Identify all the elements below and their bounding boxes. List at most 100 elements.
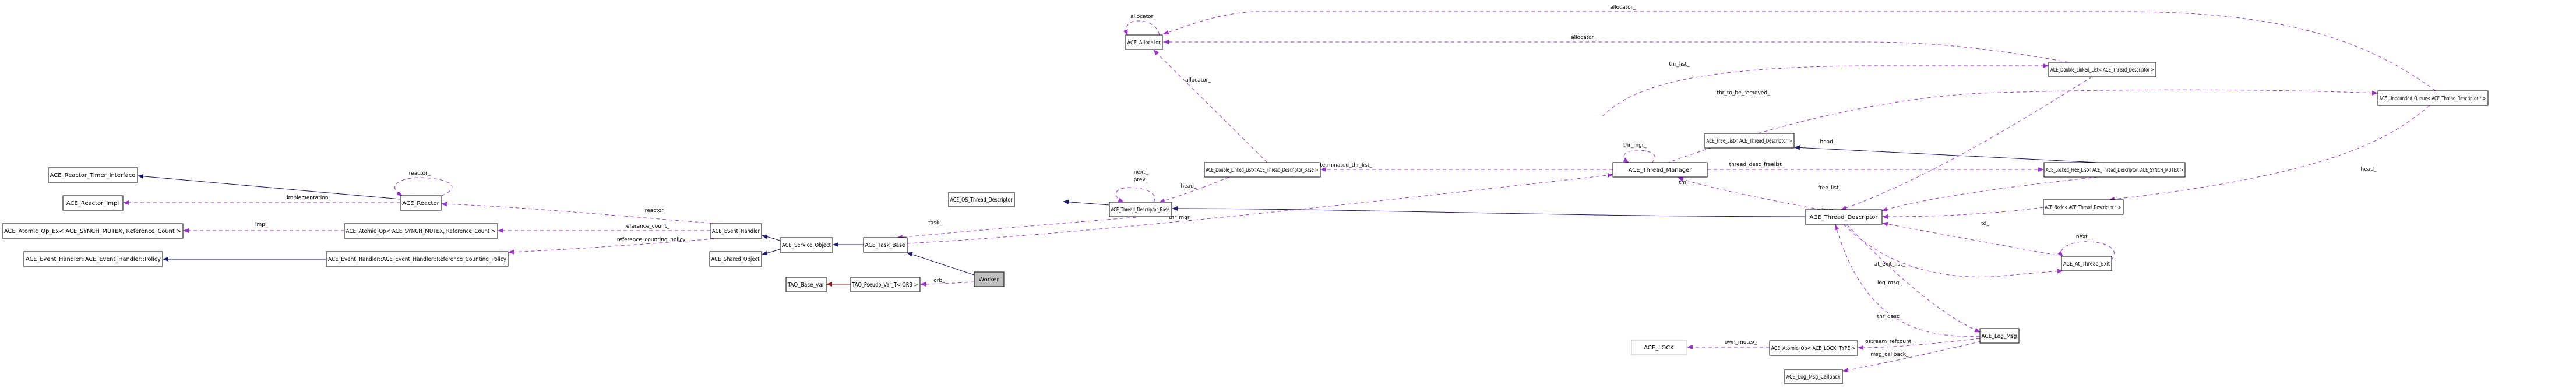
edge-label: prev_: [1134, 177, 1148, 183]
edge-eh-reactor: [441, 202, 711, 224]
node-label: ACE_Task_Base: [865, 242, 905, 249]
node-ace-node[interactable]: ACE_Node< ACE_Thread_Descriptor * >: [2043, 199, 2124, 215]
edge-label: msg_callback_: [1870, 352, 1909, 358]
edge-unbounded-queue-allocator: [1163, 11, 2436, 91]
node-event-handler[interactable]: ACE_Event_Handler: [710, 223, 762, 239]
edge-label: allocator_: [1130, 14, 1156, 20]
edge-label: thr_to_be_removed_: [1717, 90, 1770, 96]
node-unbounded-queue[interactable]: ACE_Unbounded_Queue< ACE_Thread_Descript…: [2377, 90, 2489, 106]
edge-label: task_: [928, 220, 942, 226]
edge-at-exit-td: [1882, 221, 2063, 257]
node-event-handler-policy[interactable]: ACE_Event_Handler::ACE_Event_Handler::Po…: [23, 251, 163, 267]
edge-locked-free-list-to-free-list: [1794, 145, 2098, 163]
node-free-list[interactable]: ACE_Free_List< ACE_Thread_Descriptor >: [1704, 133, 1795, 149]
node-label: ACE_Atomic_Op< ACE_SYNCH_MUTEX, Referenc…: [346, 228, 496, 235]
node-at-thread-exit[interactable]: ACE_At_Thread_Exit: [2061, 256, 2112, 271]
node-label: ACE_Log_Msg_Callback: [1786, 374, 1841, 380]
edge-label: allocator_: [1571, 35, 1597, 41]
node-service-object[interactable]: ACE_Service_Object: [780, 237, 833, 253]
edge-label: own_mutex_: [1725, 340, 1758, 345]
edge-td-base-next-prev: [1115, 187, 1155, 203]
edge-thread-manager-thr-list: [1602, 63, 2049, 117]
node-dll-td[interactable]: ACE_Double_Linked_List< ACE_Thread_Descr…: [2048, 62, 2156, 77]
edge-label: thr_mgr_: [1169, 215, 1193, 221]
edge-label: head_: [2361, 167, 2377, 172]
edge-thread-manager-thr-to-be-removed: [1666, 89, 2378, 164]
node-ace-lock[interactable]: ACE_LOCK: [1631, 340, 1687, 355]
edge-td-at-exit-list: [1844, 224, 2063, 277]
edge-label: implementation_: [287, 195, 331, 201]
node-log-msg-callback[interactable]: ACE_Log_Msg_Callback: [1784, 369, 1843, 384]
node-label: ACE_Shared_Object: [711, 256, 760, 263]
edge-label: at_exit_list_: [1874, 262, 1905, 267]
node-task-base[interactable]: ACE_Task_Base: [863, 237, 908, 253]
edge-label: impl_: [255, 222, 269, 228]
node-label: ACE_Double_Linked_List< ACE_Thread_Descr…: [2050, 67, 2154, 73]
node-label: ACE_Atomic_Op< ACE_LOCK, TYPE >: [1771, 345, 1856, 352]
node-label: ACE_Allocator: [1127, 40, 1161, 46]
node-thread-manager[interactable]: ACE_Thread_Manager: [1612, 162, 1708, 178]
node-allocator[interactable]: ACE_Allocator: [1125, 34, 1163, 50]
node-os-thread-descriptor[interactable]: ACE_OS_Thread_Descriptor: [948, 192, 1015, 207]
node-reactor-impl[interactable]: ACE_Reactor_Impl: [62, 195, 124, 211]
edge-worker-to-task-base: [907, 252, 975, 276]
edge-label: reactor_: [645, 208, 667, 214]
edge-label: allocator_: [1610, 5, 1636, 10]
node-tao-pseudo-var[interactable]: TAO_Pseudo_Var_T< ORB >: [850, 277, 921, 292]
edge-label: terminated_thr_list_: [1320, 163, 1372, 168]
edge-label: next_: [1134, 169, 1148, 175]
collaboration-diagram: reactor_ implementation_ impl_ reactor_ …: [2, 5, 2489, 384]
edge-label: thread_desc_freelist_: [1729, 162, 1785, 168]
node-dll-td-base[interactable]: ACE_Double_Linked_List< ACE_Thread_Descr…: [1204, 162, 1321, 178]
node-label: ACE_Free_List< ACE_Thread_Descriptor >: [1707, 138, 1792, 144]
edge-label: allocator_: [1185, 77, 1211, 83]
node-reactor[interactable]: ACE_Reactor: [400, 195, 442, 211]
node-worker[interactable]: Worker: [974, 271, 1005, 287]
edge-node-item: [1882, 207, 2044, 219]
node-atomic-op-refcount[interactable]: ACE_Atomic_Op< ACE_SYNCH_MUTEX, Referenc…: [344, 223, 498, 239]
edge-reactor-to-timer-interface: [138, 174, 401, 200]
node-label: ACE_Thread_Manager: [1629, 167, 1693, 174]
edge-dll-base-allocator: [1153, 50, 1268, 163]
edge-label: log_msg_: [1877, 280, 1902, 286]
node-label: ACE_OS_Thread_Descriptor: [950, 197, 1013, 203]
node-log-msg[interactable]: ACE_Log_Msg: [1979, 328, 2020, 344]
node-reactor-timer-interface[interactable]: ACE_Reactor_Timer_Interface: [48, 167, 138, 183]
node-label: ACE_Event_Handler::ACE_Event_Handler::Po…: [26, 256, 161, 263]
node-label: ACE_LOCK: [1644, 345, 1674, 351]
edge-label: reference_count_: [624, 224, 669, 229]
edge-service-object-to-shared-object: [762, 249, 781, 256]
node-label: ACE_Double_Linked_List< ACE_Thread_Descr…: [1206, 167, 1319, 174]
node-label: ACE_Event_Handler: [712, 228, 760, 235]
edge-worker-orb: [920, 281, 975, 287]
node-eh-refcounting-policy[interactable]: ACE_Event_Handler::ACE_Event_Handler::Re…: [326, 251, 509, 267]
edge-label: reactor_: [409, 171, 431, 176]
edge-label: next_: [2076, 234, 2091, 240]
node-thread-descriptor[interactable]: ACE_Thread_Descriptor: [1805, 209, 1883, 225]
edge-label: orb_: [933, 278, 945, 284]
edge-dll-td-to-td: [1841, 76, 2092, 210]
edge-log-msg-msg-callback: [1842, 341, 1982, 373]
node-label: ACE_Unbounded_Queue< ACE_Thread_Descript…: [2380, 96, 2486, 102]
edge-service-object-to-event-handler: [762, 234, 781, 241]
node-atomic-op-lock[interactable]: ACE_Atomic_Op< ACE_LOCK, TYPE >: [1769, 340, 1858, 356]
edge-dll-td-allocator: [1163, 40, 2069, 63]
node-thread-descriptor-base[interactable]: ACE_Thread_Descriptor_Base: [1109, 202, 1172, 217]
node-label: ACE_Reactor_Timer_Interface: [50, 172, 136, 179]
edge-label: ostream_refcount_: [1865, 339, 1914, 345]
edge-thread-manager-self: [1623, 150, 1655, 163]
node-label: TAO_Pseudo_Var_T< ORB >: [852, 282, 918, 288]
node-tao-base-var[interactable]: TAO_Base_var: [785, 277, 827, 292]
edge-label: free_list_: [1818, 185, 1841, 191]
node-atomic-op-ex[interactable]: ACE_Atomic_Op_Ex< ACE_SYNCH_MUTEX, Refer…: [2, 223, 184, 239]
edge-dll-base-head: [1159, 176, 1230, 203]
edge-td-base-to-os-td: [1063, 199, 1110, 206]
edge-td-tm: [1678, 177, 1821, 210]
edge-label: thr_mgr_: [1623, 143, 1647, 149]
node-locked-free-list[interactable]: ACE_Locked_Free_List< ACE_Thread_Descrip…: [2043, 162, 2186, 178]
edge-label: td_: [1981, 221, 1989, 227]
node-label: TAO_Base_var: [787, 282, 825, 288]
node-label: ACE_Node< ACE_Thread_Descriptor * >: [2045, 204, 2122, 211]
edge-reactor-self: [394, 177, 453, 196]
node-shared-object[interactable]: ACE_Shared_Object: [709, 251, 762, 267]
